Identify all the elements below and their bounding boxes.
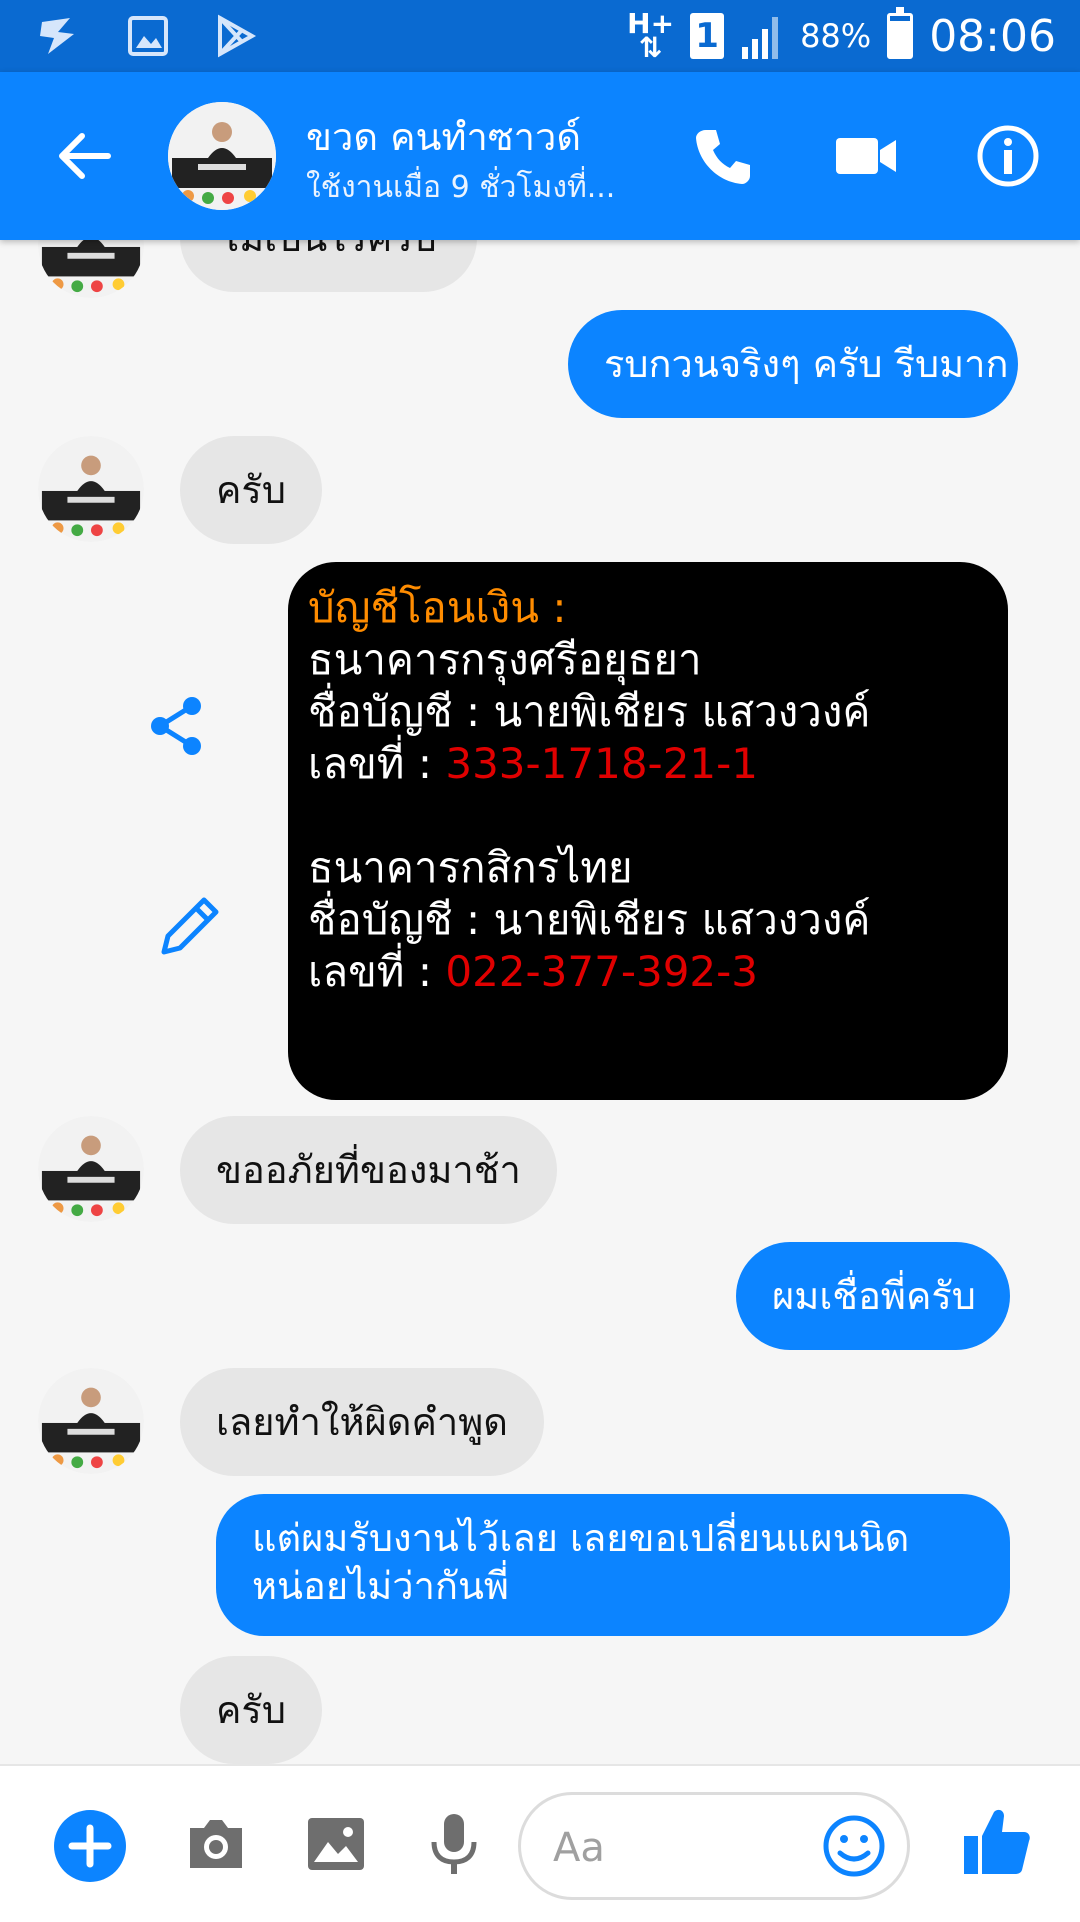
bank1-number-label: เลขที่ :: [308, 739, 446, 788]
sender-avatar[interactable]: [38, 436, 144, 542]
voice-call-icon[interactable]: [688, 122, 756, 190]
status-bar: H+ ⇅ 1 88% 08:06: [0, 0, 1080, 72]
avatar-photo-icon: [38, 436, 144, 542]
bank2-account-number: 022-377-392-3: [445, 947, 759, 996]
video-call-icon[interactable]: [832, 122, 900, 190]
gallery-icon[interactable]: [304, 1812, 368, 1876]
like-thumbs-up-icon[interactable]: [962, 1806, 1032, 1878]
notification-icons: [36, 14, 260, 58]
battery-icon: [887, 7, 914, 59]
plus-icon: [68, 1824, 112, 1868]
microphone-icon[interactable]: [428, 1812, 480, 1876]
avatar-photo-icon: [38, 1368, 144, 1474]
outgoing-message[interactable]: แต่ผมรับงานไว้เลย เลยขอเปลี่ยนแผนนิด หน่…: [216, 1494, 1010, 1636]
composer-bar: [0, 1764, 1080, 1922]
signal-strength-icon: [742, 17, 779, 59]
bank1-number-row: เลขที่ : 333-1718-21-1: [308, 738, 988, 790]
sender-avatar[interactable]: [38, 1116, 144, 1222]
incoming-message[interactable]: ขออภัยที่ของมาช้า: [180, 1116, 557, 1224]
emoji-icon[interactable]: [819, 1811, 889, 1881]
incoming-message[interactable]: ครับ: [180, 436, 322, 544]
bank2-account-name: ชื่อบัญชี : นายพิเชียร แสวงวงค์: [308, 895, 871, 944]
message-input[interactable]: [551, 1819, 815, 1877]
bank2-name: ธนาคารกสิกรไทย: [308, 843, 633, 892]
outgoing-message[interactable]: ผมเชื่อพี่ครับ: [736, 1242, 1010, 1350]
bank1-name: ธนาคารกรุงศรีอยุธยา: [308, 635, 702, 684]
camera-icon[interactable]: [184, 1812, 248, 1876]
incoming-message[interactable]: ครับ: [180, 1656, 322, 1764]
avatar-photo-icon: [38, 1116, 144, 1222]
contact-name[interactable]: ขวด คนทำซาวด์: [306, 106, 581, 167]
sender-avatar[interactable]: [38, 240, 144, 298]
outgoing-message[interactable]: รบกวนจริงๆ ครับ รีบมาก: [568, 310, 1018, 418]
sender-avatar[interactable]: [38, 1368, 144, 1474]
avatar-photo-icon: [38, 240, 144, 298]
clock: 08:06: [929, 10, 1056, 62]
sim-slot-indicator: 1: [690, 13, 725, 59]
bank2-number-label: เลขที่ :: [308, 947, 446, 996]
messenger-notification-icon: [40, 18, 74, 54]
share-icon[interactable]: [148, 694, 208, 758]
gallery-notification-icon: [128, 16, 168, 56]
network-type-indicator: H+ ⇅: [627, 7, 675, 64]
message-input-container: [518, 1792, 910, 1900]
incoming-message[interactable]: ไม่เป็นไรครับ: [180, 240, 477, 292]
play-store-notification-icon: [218, 14, 257, 58]
more-options-button[interactable]: [54, 1810, 126, 1882]
bank1-account-name: ชื่อบัญชี : นายพิเชียร แสวงวงค์: [308, 687, 871, 736]
bank2-number-row: เลขที่ : 022-377-392-3: [308, 946, 988, 998]
message-list[interactable]: ไม่เป็นไรครับ รบกวนจริงๆ ครับ รีบมาก ครั…: [0, 240, 1080, 1764]
avatar-photo-icon: [168, 102, 276, 210]
system-status: H+ ⇅ 1 88% 08:06: [627, 6, 1056, 66]
info-icon[interactable]: [974, 122, 1042, 190]
battery-percentage: 88%: [800, 17, 872, 55]
bank-account-image[interactable]: บัญชีโอนเงิน : ธนาคารกรุงศรีอยุธยา ชื่อบ…: [288, 562, 1008, 1100]
bank1-account-number: 333-1718-21-1: [445, 739, 759, 788]
incoming-message[interactable]: เลยทำให้ผิดคำพูด: [180, 1368, 544, 1476]
edit-pencil-icon[interactable]: [154, 890, 226, 962]
contact-status: ใช้งานเมื่อ 9 ชั่วโมงที่...: [306, 170, 616, 205]
back-arrow-icon[interactable]: [52, 124, 116, 188]
contact-avatar[interactable]: [168, 102, 276, 210]
bank-heading: บัญชีโอนเงิน :: [308, 583, 567, 632]
message-line: หน่อยไม่ว่ากันพี่: [252, 1564, 509, 1608]
message-line: แต่ผมรับงานไว้เลย เลยขอเปลี่ยนแผนนิด: [252, 1516, 910, 1560]
conversation-header: ขวด คนทำซาวด์ ใช้งานเมื่อ 9 ชั่วโมงที่..…: [0, 72, 1080, 240]
